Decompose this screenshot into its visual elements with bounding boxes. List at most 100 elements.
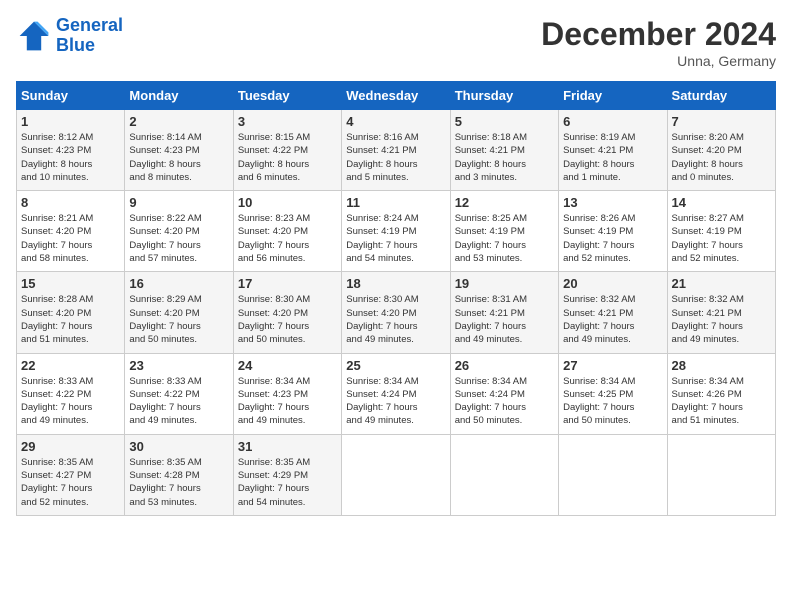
day-number: 6 (563, 114, 662, 129)
cell-content: Sunrise: 8:32 AM Sunset: 4:21 PM Dayligh… (672, 293, 771, 346)
calendar-cell: 28Sunrise: 8:34 AM Sunset: 4:26 PM Dayli… (667, 353, 775, 434)
day-number: 4 (346, 114, 445, 129)
day-number: 17 (238, 276, 337, 291)
day-number: 1 (21, 114, 120, 129)
cell-content: Sunrise: 8:14 AM Sunset: 4:23 PM Dayligh… (129, 131, 228, 184)
cell-content: Sunrise: 8:29 AM Sunset: 4:20 PM Dayligh… (129, 293, 228, 346)
cell-content: Sunrise: 8:32 AM Sunset: 4:21 PM Dayligh… (563, 293, 662, 346)
day-number: 23 (129, 358, 228, 373)
calendar-cell: 29 Sunrise: 8:35 AM Sunset: 4:27 PM Dayli… (17, 434, 125, 515)
month-title: December 2024 (541, 16, 776, 53)
calendar-cell: 9Sunrise: 8:22 AM Sunset: 4:20 PM Daylig… (125, 191, 233, 272)
calendar-cell: 16 Sunrise: 8:29 AM Sunset: 4:20 PM Dayli… (125, 272, 233, 353)
day-number: 3 (238, 114, 337, 129)
cell-content: Sunrise: 8:18 AM Sunset: 4:21 PM Dayligh… (455, 131, 554, 184)
day-number: 28 (672, 358, 771, 373)
calendar-cell: 10Sunrise: 8:23 AM Sunset: 4:20 PM Dayli… (233, 191, 341, 272)
calendar-week-3: 15Sunrise: 8:28 AM Sunset: 4:20 PM Dayli… (17, 272, 776, 353)
cell-content: Sunrise: 8:24 AM Sunset: 4:19 PM Dayligh… (346, 212, 445, 265)
calendar-cell: 14 Sunrise: 8:27 AM Sunset: 4:19 PM Dayli… (667, 191, 775, 272)
header-thursday: Thursday (450, 82, 558, 110)
calendar-cell: 26Sunrise: 8:34 AM Sunset: 4:24 PM Dayli… (450, 353, 558, 434)
calendar-cell: 2 Sunrise: 8:14 AM Sunset: 4:23 PM Daylig… (125, 110, 233, 191)
day-number: 21 (672, 276, 771, 291)
day-number: 14 (672, 195, 771, 210)
calendar-week-4: 22 Sunrise: 8:33 AM Sunset: 4:22 PM Dayli… (17, 353, 776, 434)
title-area: December 2024 Unna, Germany (541, 16, 776, 69)
calendar-cell: 15Sunrise: 8:28 AM Sunset: 4:20 PM Dayli… (17, 272, 125, 353)
day-number: 13 (563, 195, 662, 210)
day-number: 16 (129, 276, 228, 291)
cell-content: Sunrise: 8:12 AM Sunset: 4:23 PM Dayligh… (21, 131, 120, 184)
day-number: 5 (455, 114, 554, 129)
calendar-cell: 23 Sunrise: 8:33 AM Sunset: 4:22 PM Dayli… (125, 353, 233, 434)
cell-content: Sunrise: 8:35 AM Sunset: 4:29 PM Dayligh… (238, 456, 337, 509)
calendar-cell: 18 Sunrise: 8:30 AM Sunset: 4:20 PM Dayli… (342, 272, 450, 353)
day-number: 30 (129, 439, 228, 454)
cell-content: Sunrise: 8:20 AM Sunset: 4:20 PM Dayligh… (672, 131, 771, 184)
day-number: 2 (129, 114, 228, 129)
day-number: 11 (346, 195, 445, 210)
calendar-cell: 25 Sunrise: 8:34 AM Sunset: 4:24 PM Dayli… (342, 353, 450, 434)
calendar-cell: 24Sunrise: 8:34 AM Sunset: 4:23 PM Dayli… (233, 353, 341, 434)
day-number: 15 (21, 276, 120, 291)
day-number: 31 (238, 439, 337, 454)
cell-content: Sunrise: 8:34 AM Sunset: 4:25 PM Dayligh… (563, 375, 662, 428)
calendar-cell: 1 Sunrise: 8:12 AM Sunset: 4:23 PM Daylig… (17, 110, 125, 191)
calendar-cell: 19 Sunrise: 8:31 AM Sunset: 4:21 PM Dayli… (450, 272, 558, 353)
calendar-cell: 27 Sunrise: 8:34 AM Sunset: 4:25 PM Dayli… (559, 353, 667, 434)
calendar-cell: 4 Sunrise: 8:16 AM Sunset: 4:21 PM Daylig… (342, 110, 450, 191)
calendar-cell: 31 Sunrise: 8:35 AM Sunset: 4:29 PM Dayli… (233, 434, 341, 515)
calendar-cell: 5 Sunrise: 8:18 AM Sunset: 4:21 PM Daylig… (450, 110, 558, 191)
day-number: 25 (346, 358, 445, 373)
logo: General Blue (16, 16, 123, 56)
cell-content: Sunrise: 8:34 AM Sunset: 4:24 PM Dayligh… (455, 375, 554, 428)
calendar-cell: 17 Sunrise: 8:30 AM Sunset: 4:20 PM Dayli… (233, 272, 341, 353)
header-saturday: Saturday (667, 82, 775, 110)
header-monday: Monday (125, 82, 233, 110)
calendar-cell (559, 434, 667, 515)
day-number: 18 (346, 276, 445, 291)
location: Unna, Germany (541, 53, 776, 69)
cell-content: Sunrise: 8:31 AM Sunset: 4:21 PM Dayligh… (455, 293, 554, 346)
cell-content: Sunrise: 8:35 AM Sunset: 4:28 PM Dayligh… (129, 456, 228, 509)
calendar-cell: 8Sunrise: 8:21 AM Sunset: 4:20 PM Daylig… (17, 191, 125, 272)
cell-content: Sunrise: 8:34 AM Sunset: 4:23 PM Dayligh… (238, 375, 337, 428)
cell-content: Sunrise: 8:23 AM Sunset: 4:20 PM Dayligh… (238, 212, 337, 265)
calendar-table: SundayMondayTuesdayWednesdayThursdayFrid… (16, 81, 776, 516)
cell-content: Sunrise: 8:15 AM Sunset: 4:22 PM Dayligh… (238, 131, 337, 184)
calendar-cell: 12Sunrise: 8:25 AM Sunset: 4:19 PM Dayli… (450, 191, 558, 272)
cell-content: Sunrise: 8:30 AM Sunset: 4:20 PM Dayligh… (238, 293, 337, 346)
calendar-cell: 11 Sunrise: 8:24 AM Sunset: 4:19 PM Dayli… (342, 191, 450, 272)
day-number: 29 (21, 439, 120, 454)
calendar-week-5: 29 Sunrise: 8:35 AM Sunset: 4:27 PM Dayli… (17, 434, 776, 515)
day-number: 22 (21, 358, 120, 373)
cell-content: Sunrise: 8:35 AM Sunset: 4:27 PM Dayligh… (21, 456, 120, 509)
calendar-cell: 22 Sunrise: 8:33 AM Sunset: 4:22 PM Dayli… (17, 353, 125, 434)
calendar-cell: 6Sunrise: 8:19 AM Sunset: 4:21 PM Daylig… (559, 110, 667, 191)
day-number: 27 (563, 358, 662, 373)
day-number: 12 (455, 195, 554, 210)
cell-content: Sunrise: 8:16 AM Sunset: 4:21 PM Dayligh… (346, 131, 445, 184)
calendar-cell: 13Sunrise: 8:26 AM Sunset: 4:19 PM Dayli… (559, 191, 667, 272)
calendar-cell (450, 434, 558, 515)
cell-content: Sunrise: 8:22 AM Sunset: 4:20 PM Dayligh… (129, 212, 228, 265)
header-sunday: Sunday (17, 82, 125, 110)
calendar-cell: 20 Sunrise: 8:32 AM Sunset: 4:21 PM Dayli… (559, 272, 667, 353)
cell-content: Sunrise: 8:33 AM Sunset: 4:22 PM Dayligh… (129, 375, 228, 428)
cell-content: Sunrise: 8:27 AM Sunset: 4:19 PM Dayligh… (672, 212, 771, 265)
calendar-cell (342, 434, 450, 515)
calendar-cell: 7Sunrise: 8:20 AM Sunset: 4:20 PM Daylig… (667, 110, 775, 191)
header-tuesday: Tuesday (233, 82, 341, 110)
page-header: General Blue December 2024 Unna, Germany (16, 16, 776, 69)
header-wednesday: Wednesday (342, 82, 450, 110)
day-number: 19 (455, 276, 554, 291)
cell-content: Sunrise: 8:33 AM Sunset: 4:22 PM Dayligh… (21, 375, 120, 428)
cell-content: Sunrise: 8:34 AM Sunset: 4:24 PM Dayligh… (346, 375, 445, 428)
cell-content: Sunrise: 8:30 AM Sunset: 4:20 PM Dayligh… (346, 293, 445, 346)
logo-icon (16, 18, 52, 54)
calendar-week-1: 1 Sunrise: 8:12 AM Sunset: 4:23 PM Daylig… (17, 110, 776, 191)
calendar-cell: 21 Sunrise: 8:32 AM Sunset: 4:21 PM Dayli… (667, 272, 775, 353)
day-number: 20 (563, 276, 662, 291)
header-friday: Friday (559, 82, 667, 110)
